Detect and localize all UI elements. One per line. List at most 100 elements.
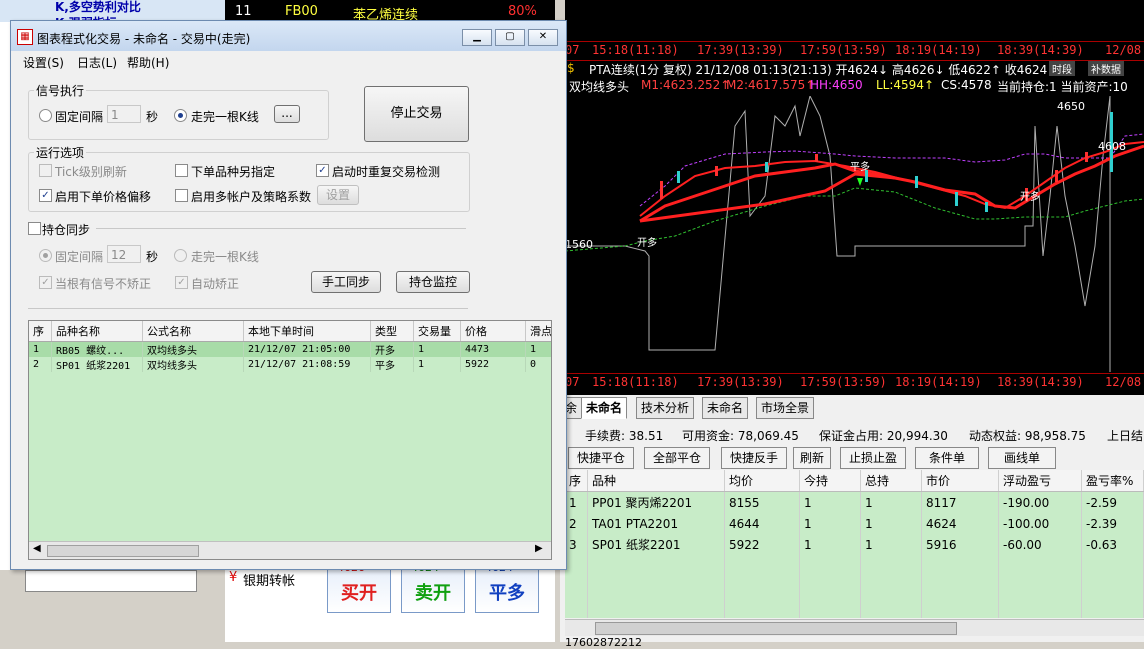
sync-bar-complete-radio[interactable] xyxy=(174,249,187,262)
col-header[interactable]: 序 xyxy=(565,470,588,492)
table-row[interactable]: 3 SP01 纸浆2201 5922 1 1 5916 -60.00 -0.63 xyxy=(565,534,1144,555)
tab-technical-analysis[interactable]: 技术分析 xyxy=(636,397,695,419)
scroll-right-icon[interactable]: ▶ xyxy=(535,543,543,554)
cell: RB05 螺纹... xyxy=(51,341,143,357)
cs-value: CS:4578 xyxy=(941,78,992,92)
stop-trading-button[interactable]: 停止交易 xyxy=(364,86,469,142)
table-row[interactable]: 2 TA01 PTA2201 4644 1 1 4624 -100.00 -2.39 xyxy=(565,513,1144,534)
stock-code[interactable]: FB00 xyxy=(285,4,318,19)
multi-account-checkbox[interactable] xyxy=(175,189,188,202)
time-label: 18:19(14:19) xyxy=(895,375,982,389)
price-offset-checkbox[interactable]: ✓ xyxy=(39,189,52,202)
cell: 8155 xyxy=(724,491,800,513)
account-summary: 手续费: 38.51 可用资金: 78,069.45 保证金占用: 20,994… xyxy=(560,423,1144,445)
col-header[interactable]: 交易量 xyxy=(413,321,461,342)
chart-info-line-1: $ PTA连续(1分 复权) 21/12/08 01:13(21:13) 开46… xyxy=(565,61,1144,77)
table-row[interactable]: 1 PP01 聚丙烯2201 8155 1 1 8117 -190.00 -2.59 xyxy=(565,491,1144,513)
cell: -190.00 xyxy=(998,491,1082,513)
table-row-empty xyxy=(565,576,1144,597)
quick-close-button[interactable]: 快捷平仓 xyxy=(568,447,634,469)
multi-account-label: 启用多帐户及策略系数 xyxy=(191,190,312,204)
fill-data-button[interactable]: 补数据 xyxy=(1088,61,1124,76)
sync-interval-input[interactable]: 12 xyxy=(107,245,141,263)
restart-check-checkbox[interactable]: ✓ xyxy=(316,164,329,177)
menu-help[interactable]: 帮助(H) xyxy=(127,54,169,71)
app-icon: ▦ xyxy=(17,29,33,45)
fixed-interval-radio[interactable] xyxy=(39,109,52,122)
order-variety-checkbox[interactable] xyxy=(175,164,188,177)
col-header[interactable]: 价格 xyxy=(460,321,526,342)
maximize-button[interactable]: ▢ xyxy=(495,29,525,46)
close-button[interactable]: ✕ xyxy=(528,29,558,46)
cell: 1 xyxy=(860,534,922,555)
price-label-4608: 4608 xyxy=(1098,140,1126,153)
period-button[interactable]: 时段 xyxy=(1049,61,1075,76)
close-all-button[interactable]: 全部平仓 xyxy=(644,447,710,469)
kline-chart[interactable]: 07 15:18(11:18) 17:39(13:39) 17:59(13:59… xyxy=(565,0,1144,395)
col-header[interactable]: 均价 xyxy=(724,470,800,492)
cell: 5922 xyxy=(460,357,526,372)
scroll-thumb[interactable] xyxy=(47,545,199,557)
manual-sync-button[interactable]: 手工同步 xyxy=(311,271,381,293)
multi-account-settings-button[interactable]: 设置 xyxy=(317,185,359,205)
position-monitor-button[interactable]: 持仓监控 xyxy=(396,271,470,293)
run-options-label: 运行选项 xyxy=(34,144,87,161)
scroll-thumb[interactable] xyxy=(595,622,957,635)
scroll-left-icon[interactable]: ◀ xyxy=(33,543,41,554)
m1-value: M1:4623.252↑ xyxy=(641,78,731,92)
position-info: 当前持仓:1 当前资产:10 xyxy=(997,80,1128,94)
tab-unnamed-1[interactable]: 未命名 xyxy=(581,397,628,419)
fee: 手续费: 38.51 xyxy=(585,429,664,443)
time-axis-bottom: 07 15:18(11:18) 17:39(13:39) 17:59(13:59… xyxy=(565,373,1144,392)
line-order-button[interactable]: 画线单 xyxy=(988,447,1056,469)
table-row[interactable]: 1 RB05 螺纹... 双均线多头 21/12/07 21:05:00 开多 1 4473… xyxy=(29,341,551,357)
more-options-button[interactable]: ... xyxy=(274,105,300,123)
tab-market-overview[interactable]: 市场全景 xyxy=(756,397,815,419)
col-header[interactable]: 浮动盈亏 xyxy=(998,470,1082,492)
tree-strip: K,多空势利对比 K,强弱指标 xyxy=(0,0,225,30)
menu-settings[interactable]: 设置(S) xyxy=(23,54,64,71)
left-hscroll[interactable] xyxy=(25,570,197,592)
col-header[interactable]: 序 xyxy=(29,321,52,342)
conditional-order-button[interactable]: 条件单 xyxy=(915,447,979,469)
position-sync-checkbox[interactable] xyxy=(28,222,41,235)
fixed-interval-input[interactable]: 1 xyxy=(107,105,141,123)
stop-loss-button[interactable]: 止损止盈 xyxy=(840,447,906,469)
cell: 1 xyxy=(525,341,551,357)
col-header[interactable]: 本地下单时间 xyxy=(243,321,371,342)
menu-log[interactable]: 日志(L) xyxy=(77,54,117,71)
annotation-open-long-2: 开多 xyxy=(1020,190,1040,203)
time-label: 17:59(13:59) xyxy=(800,375,887,389)
col-header[interactable]: 今持 xyxy=(799,470,861,492)
tick-refresh-checkbox[interactable] xyxy=(39,164,52,177)
tree-item-1[interactable]: K,多空势利对比 xyxy=(55,0,141,15)
dialog-titlebar[interactable]: ▦ 图表程式化交易 - 未命名 - 交易中(走完) ▁ ▢ ✕ xyxy=(11,21,566,51)
panel-hscroll[interactable] xyxy=(565,619,1144,636)
auto-correct-checkbox[interactable]: ✓ xyxy=(175,276,188,289)
time-label: 15:18(11:18) xyxy=(592,375,679,389)
quick-reverse-button[interactable]: 快捷反手 xyxy=(721,447,787,469)
col-header[interactable]: 总持 xyxy=(860,470,922,492)
col-header[interactable]: 品种 xyxy=(587,470,725,492)
table-row[interactable]: 2 SP01 纸浆2201 双均线多头 21/12/07 21:08:59 平多 1 592… xyxy=(29,357,551,372)
col-header[interactable]: 滑点 xyxy=(525,321,551,342)
order-log-hscroll[interactable]: ◀ ▶ xyxy=(29,541,551,559)
stock-pct: 80% xyxy=(508,4,537,19)
no-correct-checkbox[interactable]: ✓ xyxy=(39,276,52,289)
col-header[interactable]: 盈亏率% xyxy=(1081,470,1144,492)
tab-unnamed-2[interactable]: 未命名 xyxy=(702,397,749,419)
bank-transfer-link[interactable]: 银期转帐 xyxy=(243,570,295,589)
refresh-button[interactable]: 刷新 xyxy=(793,447,831,469)
col-header[interactable]: 市价 xyxy=(921,470,999,492)
sync-fixed-interval-radio[interactable] xyxy=(39,249,52,262)
annotation-open-long-1: 开多 xyxy=(637,236,657,249)
col-header[interactable]: 公式名称 xyxy=(142,321,244,342)
col-header[interactable]: 品种名称 xyxy=(51,321,143,342)
dynamic-equity: 动态权益: 98,958.75 xyxy=(969,429,1086,443)
minimize-button[interactable]: ▁ xyxy=(462,29,492,46)
sell-arrow-icon xyxy=(857,178,863,186)
bar-complete-radio[interactable] xyxy=(174,109,187,122)
sell-open-label: 卖开 xyxy=(415,583,451,604)
col-header[interactable]: 类型 xyxy=(370,321,414,342)
no-correct-label: 当根有信号不矫正 xyxy=(55,277,152,291)
